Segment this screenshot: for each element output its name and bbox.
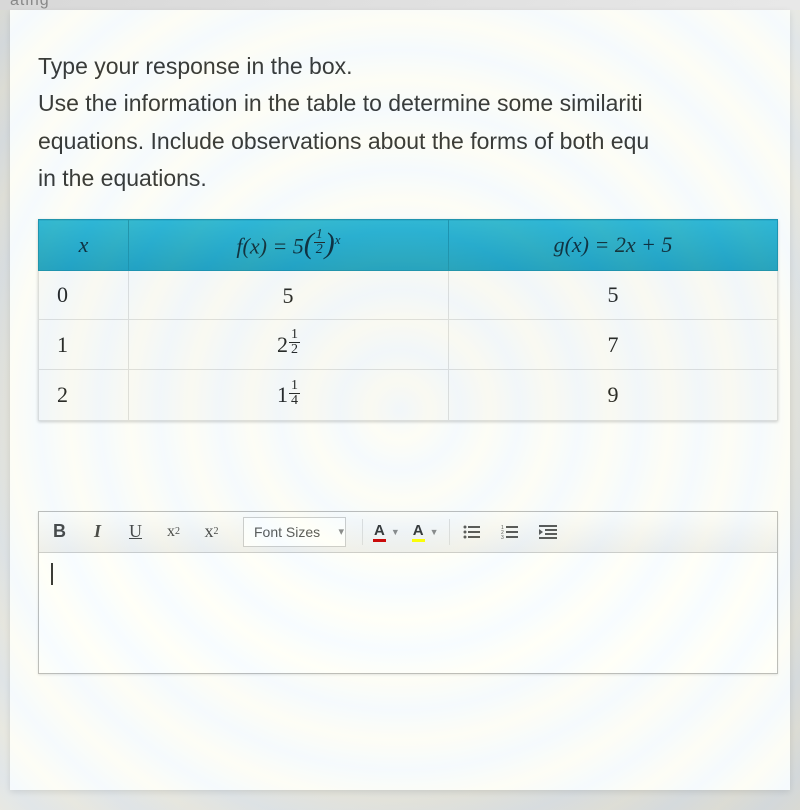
cell-gx: 5 bbox=[449, 270, 778, 319]
frac-num: 1 bbox=[314, 228, 325, 243]
cell-x: 0 bbox=[39, 270, 129, 319]
underline-button[interactable]: U bbox=[117, 514, 155, 550]
dropdown-arrow-icon: ▼ bbox=[430, 527, 439, 537]
cell-gx: 7 bbox=[449, 319, 778, 369]
rich-text-editor: B I U x2 x2 Font Sizes A▼ A▼ 123 bbox=[38, 511, 778, 674]
text-cursor bbox=[51, 563, 53, 585]
frac-den: 2 bbox=[314, 243, 325, 257]
instruction-line: Use the information in the table to dete… bbox=[38, 87, 762, 120]
font-size-select[interactable]: Font Sizes bbox=[243, 517, 346, 547]
font-size-select-wrap[interactable]: Font Sizes bbox=[237, 517, 352, 547]
table-header-row: x f(x) = 5(12)x g(x) = 2x + 5 bbox=[39, 220, 778, 271]
instruction-line: in the equations. bbox=[38, 162, 762, 195]
cell-fx: 212 bbox=[129, 319, 449, 369]
numbered-list-icon: 123 bbox=[499, 523, 521, 541]
superscript-button[interactable]: x2 bbox=[155, 514, 193, 550]
instruction-line: Type your response in the box. bbox=[38, 50, 762, 83]
frac-num: 1 bbox=[289, 328, 300, 343]
partial-header-text: ating bbox=[10, 0, 50, 10]
cell-x: 1 bbox=[39, 319, 129, 369]
svg-text:3: 3 bbox=[501, 535, 504, 539]
color-letter: A bbox=[373, 522, 386, 542]
header-gx: g(x) = 2x + 5 bbox=[449, 220, 778, 271]
fx-exponent: x bbox=[335, 232, 341, 247]
dropdown-arrow-icon: ▼ bbox=[391, 527, 400, 537]
table-row: 0 5 5 bbox=[39, 270, 778, 319]
editor-textarea[interactable] bbox=[39, 553, 777, 673]
cell-gx: 9 bbox=[449, 370, 778, 420]
header-x: x bbox=[39, 220, 129, 271]
value-frac: 12 bbox=[289, 328, 300, 357]
highlight-letter: A bbox=[412, 522, 425, 542]
sup-base: x bbox=[167, 523, 175, 541]
subscript-button[interactable]: x2 bbox=[193, 514, 231, 550]
highlight-color-button[interactable]: A▼ bbox=[406, 514, 445, 550]
bold-button[interactable]: B bbox=[41, 514, 79, 550]
indent-icon bbox=[537, 523, 559, 541]
toolbar-separator bbox=[449, 519, 450, 545]
frac-num: 1 bbox=[289, 379, 300, 394]
text-color-button[interactable]: A▼ bbox=[367, 514, 406, 550]
table-row: 2 114 9 bbox=[39, 370, 778, 420]
header-fx: f(x) = 5(12)x bbox=[129, 220, 449, 271]
table-row: 1 212 7 bbox=[39, 319, 778, 369]
toolbar-separator bbox=[362, 519, 363, 545]
cell-fx: 114 bbox=[129, 370, 449, 420]
cell-fx: 5 bbox=[129, 270, 449, 319]
fx-fraction: (12) bbox=[304, 230, 335, 259]
indent-button[interactable] bbox=[530, 514, 568, 550]
content-page: Type your response in the box. Use the i… bbox=[10, 10, 790, 790]
fx-prefix: f(x) = 5 bbox=[236, 234, 303, 259]
sub-index: 2 bbox=[214, 526, 219, 537]
numbered-list-button[interactable]: 123 bbox=[492, 514, 530, 550]
instruction-block: Type your response in the box. Use the i… bbox=[38, 50, 762, 195]
cell-x: 2 bbox=[39, 370, 129, 420]
editor-toolbar: B I U x2 x2 Font Sizes A▼ A▼ 123 bbox=[39, 512, 777, 553]
italic-button[interactable]: I bbox=[79, 514, 117, 550]
function-table: x f(x) = 5(12)x g(x) = 2x + 5 0 5 5 1 21… bbox=[38, 219, 778, 420]
frac-den: 2 bbox=[289, 343, 300, 357]
sub-base: x bbox=[205, 521, 214, 542]
value-frac: 14 bbox=[289, 379, 300, 408]
value-whole: 2 bbox=[277, 332, 288, 357]
value-whole: 1 bbox=[277, 382, 288, 407]
instruction-line: equations. Include observations about th… bbox=[38, 125, 762, 158]
bullet-list-button[interactable] bbox=[454, 514, 492, 550]
bullet-list-icon bbox=[461, 523, 483, 541]
sup-exp: 2 bbox=[175, 526, 180, 537]
frac-den: 4 bbox=[289, 394, 300, 408]
value-whole: 5 bbox=[283, 283, 294, 308]
